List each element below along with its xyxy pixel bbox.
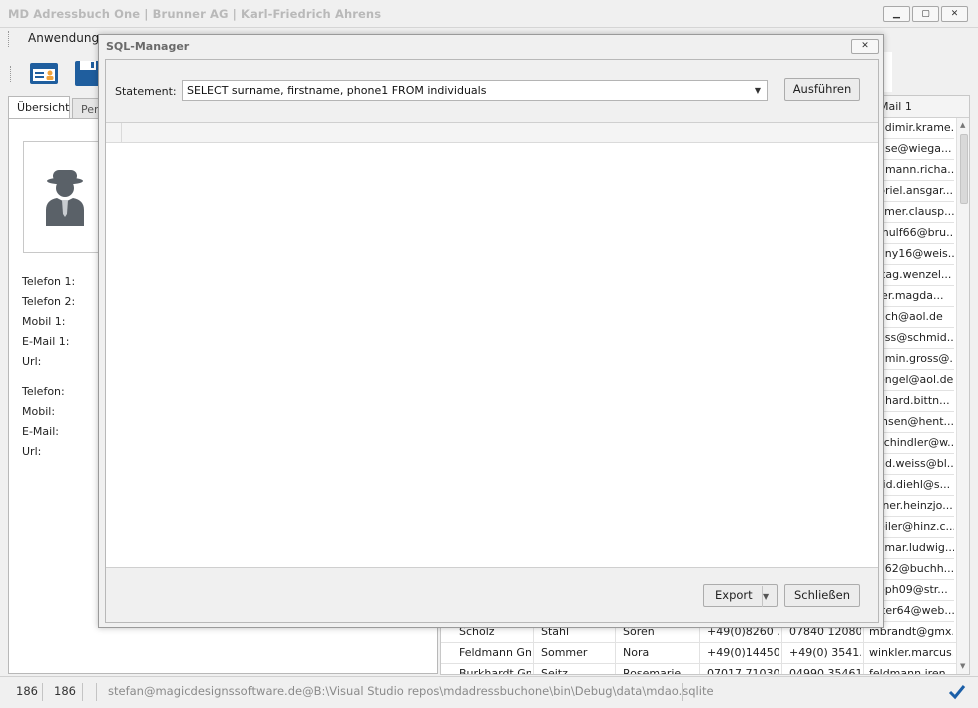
label-email: E-Mail: xyxy=(22,425,59,438)
status-divider xyxy=(96,683,97,701)
dialog-title: SQL-Manager xyxy=(106,40,190,53)
status-divider xyxy=(42,683,43,701)
export-button[interactable]: Export ▼ xyxy=(703,584,778,607)
window-titlebar: MD Adressbuch One | Brunner AG | Karl-Fr… xyxy=(0,0,978,28)
status-divider xyxy=(82,683,83,701)
export-label: Export xyxy=(715,588,753,602)
grid-column-divider xyxy=(533,643,534,664)
label-mobil: Mobil: xyxy=(22,405,56,418)
table-cell[interactable]: feldmann.iren... xyxy=(869,667,953,674)
result-grid[interactable] xyxy=(106,122,878,568)
label-telefon-1: Telefon 1: xyxy=(22,275,76,288)
grid-column-divider xyxy=(699,643,700,664)
status-count-total: 186 xyxy=(16,684,38,698)
grid-column-divider xyxy=(615,664,616,674)
label-telefon-2: Telefon 2: xyxy=(22,295,76,308)
table-cell[interactable]: Burkhardt Gm... xyxy=(459,667,531,674)
checkmark-icon xyxy=(948,685,966,700)
table-cell[interactable]: winkler.marcus... xyxy=(869,646,953,659)
result-grid-header xyxy=(106,123,878,143)
label-url-1: Url: xyxy=(22,355,42,368)
table-row[interactable]: Burkhardt Gm... Seitz Rosemarie 07017 71030… xyxy=(441,664,956,674)
scroll-up-arrow-icon[interactable]: ▲ xyxy=(960,121,965,129)
maximize-button[interactable]: ▢ xyxy=(912,6,939,22)
menu-item-anwendung[interactable]: Anwendung xyxy=(28,31,99,45)
toolbar xyxy=(8,52,108,94)
tab-uebersicht[interactable]: Übersicht xyxy=(8,96,70,118)
grid-column-divider xyxy=(533,664,534,674)
table-cell[interactable]: +49(0)14450... xyxy=(707,646,779,659)
grid-column-divider xyxy=(863,643,864,664)
table-cell[interactable]: Rosemarie xyxy=(623,667,697,674)
status-database-path: stefan@magicdesignssoftware.de@B:\Visual… xyxy=(108,684,714,698)
table-cell[interactable]: Feldmann Gm... xyxy=(459,646,531,659)
label-mobil-1: Mobil 1: xyxy=(22,315,66,328)
grid-column-divider xyxy=(863,664,864,674)
grid-vertical-scrollbar[interactable]: ▲ ▼ xyxy=(956,118,969,674)
export-dropdown-arrow-icon[interactable]: ▼ xyxy=(762,586,777,607)
menubar-grip[interactable] xyxy=(8,31,11,47)
result-row-header-corner[interactable] xyxy=(106,123,122,143)
menubar: Anwendung xyxy=(8,28,108,50)
grid-column-divider xyxy=(615,643,616,664)
table-row[interactable]: Feldmann Gm... Sommer Nora +49(0)14450... +4… xyxy=(441,643,956,664)
status-bar: 186 186 stefan@magicdesignssoftware.de@B… xyxy=(0,676,978,708)
toolbar-grip[interactable] xyxy=(10,66,13,82)
grid-column-divider xyxy=(781,664,782,674)
window-title: MD Adressbuch One | Brunner AG | Karl-Fr… xyxy=(8,7,382,21)
sql-manager-dialog: SQL-Manager ✕ Statement: SELECT surname,… xyxy=(98,34,884,628)
status-count-filtered: 186 xyxy=(54,684,76,698)
table-cell[interactable]: 04990 35461 xyxy=(789,667,861,674)
dialog-content: Statement: SELECT surname, firstname, ph… xyxy=(105,59,879,623)
grid-column-divider xyxy=(699,664,700,674)
table-cell[interactable]: Seitz xyxy=(541,667,613,674)
minimize-button[interactable]: ▁ xyxy=(883,6,910,22)
table-cell[interactable]: Sommer xyxy=(541,646,613,659)
dialog-close-button[interactable]: ✕ xyxy=(851,39,879,54)
execute-button[interactable]: Ausführen xyxy=(784,78,860,101)
scrollbar-thumb[interactable] xyxy=(960,134,968,204)
scroll-down-arrow-icon[interactable]: ▼ xyxy=(960,662,965,670)
grid-column-divider xyxy=(781,643,782,664)
statement-label: Statement: xyxy=(115,85,177,98)
close-dialog-button[interactable]: Schließen xyxy=(784,584,860,607)
window-controls: ▁ ▢ ✕ xyxy=(883,6,968,22)
label-telefon: Telefon: xyxy=(22,385,65,398)
label-url: Url: xyxy=(22,445,42,458)
user-avatar-icon xyxy=(46,170,84,226)
table-cell[interactable]: +49(0) 3541... xyxy=(789,646,861,659)
contact-card-icon[interactable] xyxy=(28,57,60,89)
chevron-down-icon[interactable]: ▼ xyxy=(750,82,766,99)
label-email-1: E-Mail 1: xyxy=(22,335,70,348)
close-button[interactable]: ✕ xyxy=(941,6,968,22)
statement-combobox[interactable]: SELECT surname, firstname, phone1 FROM i… xyxy=(182,80,768,101)
table-cell[interactable]: 07017 71030 xyxy=(707,667,779,674)
status-divider xyxy=(682,683,683,701)
table-cell[interactable]: Nora xyxy=(623,646,697,659)
avatar xyxy=(23,141,107,253)
